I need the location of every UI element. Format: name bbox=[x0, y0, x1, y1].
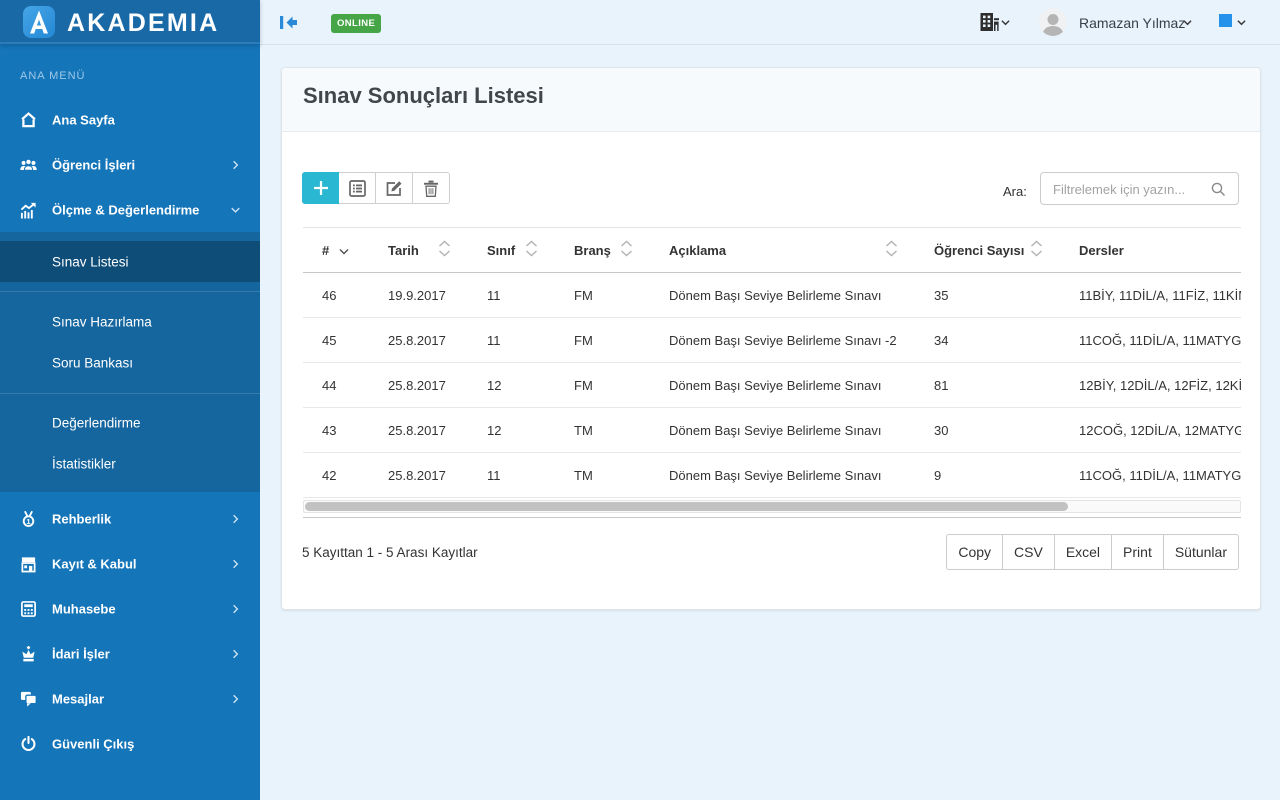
svg-text:1: 1 bbox=[26, 516, 30, 525]
